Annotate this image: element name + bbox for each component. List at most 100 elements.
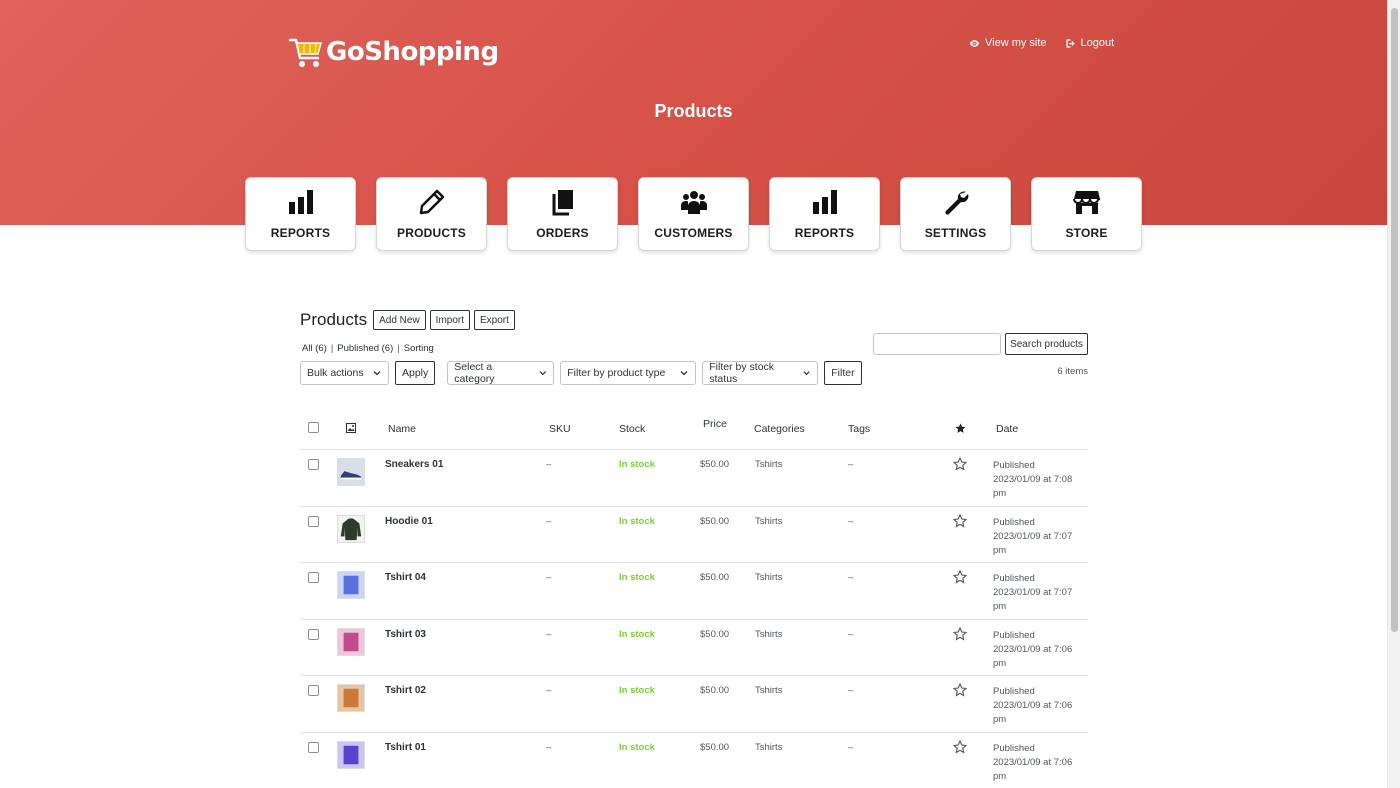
stock-status: In stock xyxy=(619,741,655,753)
nav-tile-orders[interactable]: ORDERS xyxy=(507,177,618,251)
select-all-checkbox[interactable] xyxy=(308,422,319,433)
product-category-link[interactable]: Tshirts xyxy=(755,742,782,753)
product-sku: – xyxy=(546,628,552,640)
category-select[interactable]: Select a category xyxy=(447,361,555,385)
bulk-actions-select[interactable]: Bulk actions xyxy=(300,361,389,385)
table-row: Hoodie 01 – In stock $50.00 Tshirts – Pu… xyxy=(300,507,1088,563)
column-date[interactable]: Date xyxy=(996,423,1018,435)
product-thumbnail[interactable] xyxy=(337,571,365,599)
column-sku[interactable]: SKU xyxy=(549,423,571,435)
nav-tile-customers[interactable]: CUSTOMERS xyxy=(638,177,749,251)
publish-status: Published xyxy=(993,629,1035,641)
logout-label: Logout xyxy=(1080,37,1115,49)
product-thumbnail[interactable] xyxy=(337,740,365,769)
featured-star-icon[interactable] xyxy=(952,739,968,757)
product-name-link[interactable]: Tshirt 01 xyxy=(385,742,426,753)
nav-tile-products[interactable]: PRODUCTS xyxy=(376,177,487,251)
product-tags: – xyxy=(848,572,854,583)
product-price: $50.00 xyxy=(700,741,730,753)
row-checkbox[interactable] xyxy=(308,515,319,527)
nav-tile-reports-2[interactable]: REPORTS xyxy=(769,177,880,251)
featured-star-icon[interactable] xyxy=(952,626,968,644)
publish-ampm: pm xyxy=(993,601,1007,612)
row-checkbox[interactable] xyxy=(308,741,319,753)
product-name-link[interactable]: Hoodie 01 xyxy=(385,516,433,527)
publish-date: 2023/01/09 at 7:06 xyxy=(993,756,1073,768)
star-filled-icon[interactable] xyxy=(955,423,966,434)
publish-ampm: pm xyxy=(993,657,1007,669)
product-tags: – xyxy=(848,685,854,696)
product-tags: – xyxy=(848,628,854,640)
product-thumbnail[interactable] xyxy=(337,514,365,543)
product-name-link[interactable]: Sneakers 01 xyxy=(385,459,443,470)
nav-tile-store[interactable]: STORE xyxy=(1031,177,1142,251)
product-category-link[interactable]: Tshirts xyxy=(755,516,782,527)
store-icon xyxy=(1072,191,1100,214)
tshirt-image xyxy=(343,745,359,764)
product-tags: – xyxy=(848,741,854,753)
table-row: Tshirt 02 – In stock $50.00 Tshirts – Pu… xyxy=(300,676,1088,733)
column-price[interactable]: Price xyxy=(703,418,727,430)
brand-logo[interactable]: GoShopping xyxy=(288,34,499,70)
sorting-link[interactable]: Sorting xyxy=(404,343,434,354)
row-checkbox[interactable] xyxy=(308,685,319,696)
publish-date: 2023/01/09 at 7:06 xyxy=(993,643,1073,655)
column-name[interactable]: Name xyxy=(388,423,416,435)
logout-link[interactable]: Logout xyxy=(1065,37,1115,49)
search-products-button[interactable]: Search products xyxy=(1005,333,1088,355)
product-name-link[interactable]: Tshirt 03 xyxy=(385,629,426,640)
view-all-link[interactable]: All (6) xyxy=(302,343,327,354)
product-name-link[interactable]: Tshirt 02 xyxy=(385,685,426,696)
featured-star-icon[interactable] xyxy=(952,682,968,700)
filter-button[interactable]: Filter xyxy=(824,361,862,385)
product-thumbnail[interactable] xyxy=(337,627,365,656)
import-button[interactable]: Import xyxy=(429,310,471,330)
product-price: $50.00 xyxy=(700,572,730,583)
bar-chart-icon xyxy=(288,190,313,214)
product-category-link[interactable]: Tshirts xyxy=(755,685,782,696)
export-button[interactable]: Export xyxy=(474,310,515,330)
dashboard-nav: REPORTS PRODUCTS ORDERS CUSTOMERS REPORT… xyxy=(245,177,1142,251)
product-price: $50.00 xyxy=(700,685,730,696)
product-type-select[interactable]: Filter by product type xyxy=(560,361,697,385)
featured-star-icon[interactable] xyxy=(952,513,968,531)
featured-star-icon[interactable] xyxy=(952,569,968,587)
product-thumbnail[interactable] xyxy=(337,684,365,712)
view-site-link[interactable]: View my site xyxy=(969,37,1047,49)
product-thumbnail[interactable] xyxy=(337,458,365,486)
publish-date: 2023/01/09 at 7:07 xyxy=(993,587,1073,598)
product-sku: – xyxy=(546,685,552,696)
scrollbar-thumb[interactable] xyxy=(1391,8,1398,632)
copy-icon xyxy=(552,190,573,216)
stock-status: In stock xyxy=(619,515,655,527)
apply-button[interactable]: Apply xyxy=(395,361,436,385)
publish-status: Published xyxy=(993,742,1035,754)
publish-status: Published xyxy=(993,573,1035,584)
product-sku: – xyxy=(546,459,552,470)
tshirt-image xyxy=(343,688,359,708)
view-published-link[interactable]: Published (6) xyxy=(337,343,393,354)
bulk-actions-value: Bulk actions xyxy=(307,367,364,379)
search-input[interactable] xyxy=(873,333,1001,355)
product-category-link[interactable]: Tshirts xyxy=(755,629,782,640)
wrench-icon xyxy=(944,191,968,215)
add-new-button[interactable]: Add New xyxy=(373,310,426,330)
featured-star-icon[interactable] xyxy=(952,456,968,474)
nav-tile-label: PRODUCTS xyxy=(397,226,466,240)
product-date: Published 2023/01/09 at 7:07 pm xyxy=(993,516,1072,558)
column-tags: Tags xyxy=(848,423,871,435)
page-scrollbar[interactable] xyxy=(1387,0,1400,788)
product-date: Published 2023/01/09 at 7:06 pm xyxy=(993,629,1072,671)
stock-status-select[interactable]: Filter by stock status xyxy=(702,361,819,385)
product-date: Published 2023/01/09 at 7:06 pm xyxy=(993,685,1072,727)
product-price: $50.00 xyxy=(700,628,730,640)
product-category-link[interactable]: Tshirts xyxy=(755,459,782,470)
row-checkbox[interactable] xyxy=(308,572,319,583)
nav-tile-reports[interactable]: REPORTS xyxy=(245,177,356,251)
row-checkbox[interactable] xyxy=(308,628,319,640)
table-row: Tshirt 04 – In stock $50.00 Tshirts – Pu… xyxy=(300,563,1088,620)
product-category-link[interactable]: Tshirts xyxy=(755,572,782,583)
nav-tile-settings[interactable]: SETTINGS xyxy=(900,177,1011,251)
product-name-link[interactable]: Tshirt 04 xyxy=(385,572,426,583)
row-checkbox[interactable] xyxy=(308,459,319,470)
